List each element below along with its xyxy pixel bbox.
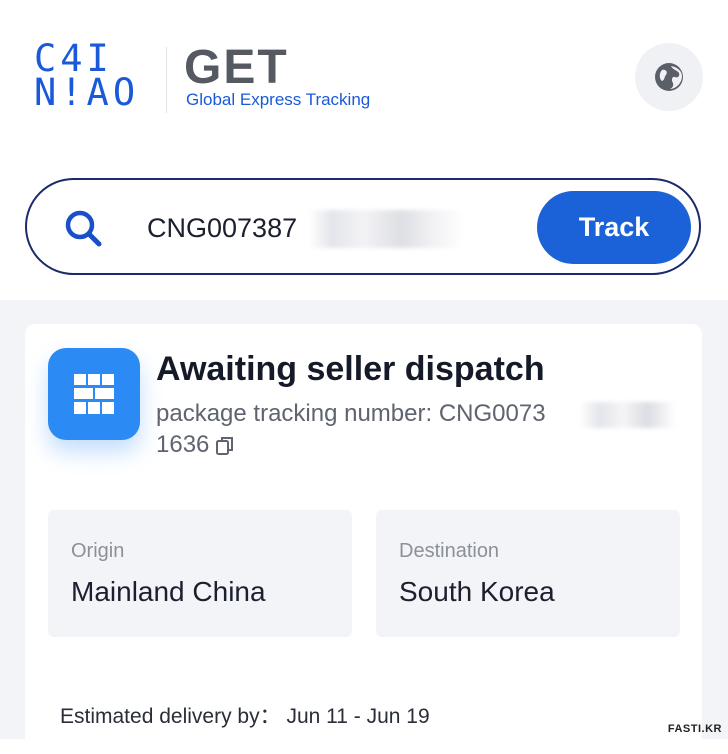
logo-line-2: N!AO [34, 71, 140, 114]
search-icon [65, 210, 102, 247]
origin-box: Origin Mainland China [48, 510, 352, 637]
watermark: FASTI.KR [667, 723, 722, 735]
shipment-status: Awaiting seller dispatch [156, 350, 545, 388]
estimated-delivery: Estimated delivery by： Jun 11 - Jun 19 [60, 700, 430, 730]
track-button[interactable]: Track [537, 191, 691, 264]
tracking-search-bar: CNG007387 Track [25, 178, 701, 275]
eta-label: Estimated delivery by： [60, 705, 281, 728]
destination-value: South Korea [399, 576, 555, 607]
results-area: Awaiting seller dispatch package trackin… [0, 300, 728, 754]
language-button[interactable] [635, 43, 703, 111]
origin-value: Mainland China [71, 576, 266, 607]
header: C4I N!AO GET Global Express Tracking CNG… [0, 0, 728, 300]
cainiao-logo[interactable]: C4I N!AO [34, 40, 152, 114]
status-icon-tile [48, 348, 140, 440]
brand-subtitle: Global Express Tracking [186, 90, 371, 109]
tracking-number-label: package tracking number: CNG0073 [156, 400, 546, 427]
shipment-card: Awaiting seller dispatch package trackin… [25, 324, 702, 754]
globe-icon [655, 63, 683, 91]
eta-value: Jun 11 - Jun 19 [286, 705, 430, 728]
destination-label: Destination [399, 540, 500, 562]
logo-divider [166, 47, 167, 113]
brand-title: GET [184, 41, 289, 94]
blurred-tracking-digits-2 [580, 402, 676, 428]
origin-label: Origin [71, 540, 125, 562]
tracking-number-tail: 1636 [156, 431, 210, 458]
destination-box: Destination South Korea [376, 510, 680, 637]
blurred-tracking-digits [309, 210, 463, 248]
copy-icon[interactable] [215, 435, 235, 457]
warehouse-grid-icon [74, 374, 114, 414]
